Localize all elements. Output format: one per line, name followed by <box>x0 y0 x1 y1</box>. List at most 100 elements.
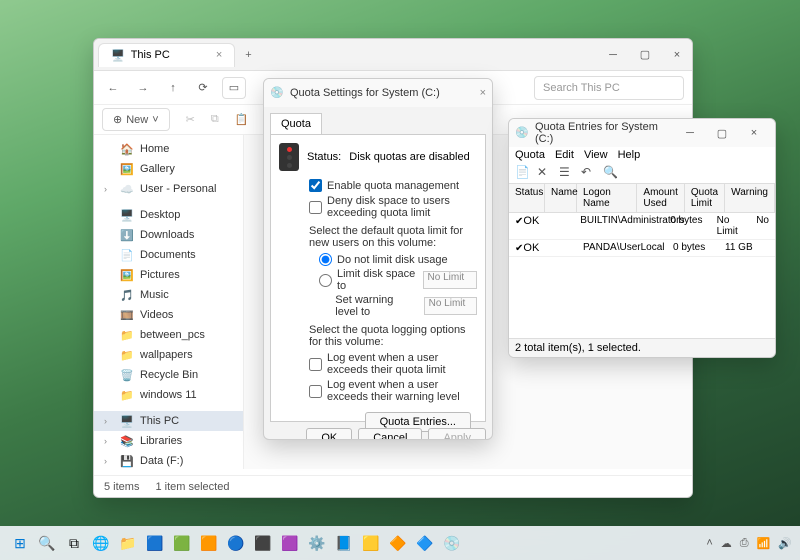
status-items: 5 items <box>104 481 139 493</box>
copy-button[interactable]: ⧉ <box>211 113 219 126</box>
app-icon[interactable]: 💿 <box>440 531 464 555</box>
col-logon[interactable]: Logon Name <box>577 184 637 212</box>
enable-quota-checkbox[interactable]: Enable quota management <box>309 179 477 192</box>
quota-settings-dialog: 💿 Quota Settings for System (C:) × Quota… <box>263 78 493 440</box>
col-used[interactable]: Amount Used <box>637 184 684 212</box>
edge-icon[interactable]: 🌐 <box>89 531 113 555</box>
close-button[interactable]: × <box>739 121 769 145</box>
sidebar-wallpapers[interactable]: 📁wallpapers <box>94 345 243 365</box>
add-tab-button[interactable]: + <box>235 49 261 61</box>
find-icon[interactable]: 🔍 <box>603 165 619 181</box>
app-icon[interactable]: 🟧 <box>197 531 221 555</box>
taskbar: ⊞ 🔍 ⧉ 🌐 📁 🟦 🟩 🟧 🔵 ⬛ 🟪 ⚙️ 📘 🟨 🔶 🔷 💿 ˄ ☁ ⎙… <box>0 526 800 560</box>
warn-combo[interactable]: No Limit <box>424 297 477 315</box>
sidebar-home[interactable]: 🏠Home <box>94 139 243 159</box>
properties-icon[interactable]: ☰ <box>559 165 575 181</box>
search-input[interactable]: Search This PC <box>534 76 684 100</box>
drive-icon: 💿 <box>515 126 529 140</box>
delete-icon[interactable]: ✕ <box>537 165 553 181</box>
search-icon[interactable]: 🔍 <box>35 531 59 555</box>
tray-icon[interactable]: ⎙ <box>740 537 749 550</box>
limit-radio[interactable]: Limit disk space to No Limit <box>319 268 477 292</box>
explorer-icon[interactable]: 📁 <box>116 531 140 555</box>
sidebar-between[interactable]: 📁between_pcs <box>94 325 243 345</box>
no-limit-radio[interactable]: Do not limit disk usage <box>319 253 477 266</box>
refresh-button[interactable]: ⟳ <box>192 77 214 99</box>
log-warn-checkbox[interactable]: Log event when a user exceeds their warn… <box>309 379 477 403</box>
app-icon[interactable]: 🔶 <box>386 531 410 555</box>
quota-entries-window: 💿 Quota Entries for System (C:) ─ ▢ × Qu… <box>508 118 776 358</box>
menu-quota[interactable]: Quota <box>515 149 545 161</box>
ok-button[interactable]: OK <box>306 428 352 440</box>
sidebar-music[interactable]: 🎵Music <box>94 285 243 305</box>
menu-help[interactable]: Help <box>618 149 641 161</box>
app-icon[interactable]: 🟨 <box>359 531 383 555</box>
start-button[interactable]: ⊞ <box>8 531 32 555</box>
sidebar-win11[interactable]: 📁windows 11 <box>94 385 243 405</box>
deny-space-checkbox[interactable]: Deny disk space to users exceeding quota… <box>309 195 477 219</box>
back-button[interactable]: ← <box>102 77 124 99</box>
task-view-icon[interactable]: ⧉ <box>62 531 86 555</box>
sidebar-gallery[interactable]: 🖼️Gallery <box>94 159 243 179</box>
sidebar-libraries[interactable]: ›📚Libraries <box>94 431 243 451</box>
address-bar[interactable]: ▭ <box>222 77 246 99</box>
cancel-button[interactable]: Cancel <box>358 428 422 440</box>
menu-view[interactable]: View <box>584 149 608 161</box>
tab-thispc[interactable]: 🖥️ This PC × <box>98 43 235 67</box>
sidebar-pictures[interactable]: 🖼️Pictures <box>94 265 243 285</box>
sidebar-downloads[interactable]: ⬇️Downloads <box>94 225 243 245</box>
app-icon[interactable]: 🟦 <box>143 531 167 555</box>
onedrive-icon[interactable]: ☁ <box>721 537 732 550</box>
menu-edit[interactable]: Edit <box>555 149 574 161</box>
app-icon[interactable]: ⚙️ <box>305 531 329 555</box>
apply-button[interactable]: Apply <box>428 428 486 440</box>
app-icon[interactable]: 🟪 <box>278 531 302 555</box>
undo-icon[interactable]: ↶ <box>581 165 597 181</box>
sidebar-dataf[interactable]: ›💾Data (F:) <box>94 451 243 469</box>
tab-quota[interactable]: Quota <box>270 113 322 134</box>
col-status[interactable]: Status <box>509 184 545 212</box>
drive-icon: 💿 <box>270 86 284 100</box>
col-name[interactable]: Name <box>545 184 577 212</box>
limit-combo[interactable]: No Limit <box>423 271 477 289</box>
sidebar-user[interactable]: ›☁️User - Personal <box>94 179 243 199</box>
maximize-button[interactable]: ▢ <box>707 121 737 145</box>
minimize-button[interactable]: ─ <box>675 121 705 145</box>
close-icon[interactable]: × <box>216 49 222 61</box>
close-button[interactable]: × <box>480 87 486 99</box>
sidebar-recycle[interactable]: 🗑️Recycle Bin <box>94 365 243 385</box>
status-bar: 5 items 1 item selected <box>94 475 692 497</box>
up-button[interactable]: ↑ <box>162 77 184 99</box>
close-button[interactable]: × <box>662 43 692 67</box>
table-row[interactable]: ✔OK BUILTIN\Administrators 0 bytes No Li… <box>509 213 775 240</box>
app-icon[interactable]: 📘 <box>332 531 356 555</box>
chrome-icon[interactable]: 🔵 <box>224 531 248 555</box>
minimize-button[interactable]: ─ <box>598 43 628 67</box>
sidebar-documents[interactable]: 📄Documents <box>94 245 243 265</box>
warning-row: Set warning level to No Limit <box>319 294 477 318</box>
volume-icon[interactable]: 🔊 <box>778 537 792 550</box>
app-icon[interactable]: 🟩 <box>170 531 194 555</box>
new-button[interactable]: ⊕ New ˅ <box>102 108 170 131</box>
chevron-up-icon[interactable]: ˄ <box>706 537 712 549</box>
app-icon[interactable]: ⬛ <box>251 531 275 555</box>
table-row[interactable]: ✔OK PANDA\UserLocal 0 bytes 11 GB <box>509 240 775 257</box>
sidebar-thispc[interactable]: ›🖥️This PC <box>94 411 243 431</box>
wifi-icon[interactable]: 📶 <box>757 537 771 550</box>
col-warn[interactable]: Warning <box>725 184 775 212</box>
col-limit[interactable]: Quota Limit <box>685 184 725 212</box>
sidebar-desktop[interactable]: 🖥️Desktop <box>94 205 243 225</box>
cut-button[interactable]: ✂ <box>186 113 195 126</box>
paste-button[interactable]: 📋 <box>235 113 249 126</box>
forward-button[interactable]: → <box>132 77 154 99</box>
new-icon[interactable]: 📄 <box>515 165 531 181</box>
traffic-light-icon <box>279 143 299 171</box>
maximize-button[interactable]: ▢ <box>630 43 660 67</box>
app-icon[interactable]: 🔷 <box>413 531 437 555</box>
pc-icon: 🖥️ <box>111 49 125 62</box>
menu-bar: Quota Edit View Help <box>509 147 775 163</box>
sidebar-videos[interactable]: 🎞️Videos <box>94 305 243 325</box>
system-tray[interactable]: ˄ ☁ ⎙ 📶 🔊 <box>706 537 792 550</box>
entries-table: Status Name Logon Name Amount Used Quota… <box>509 184 775 257</box>
log-exceed-checkbox[interactable]: Log event when a user exceeds their quot… <box>309 352 477 376</box>
